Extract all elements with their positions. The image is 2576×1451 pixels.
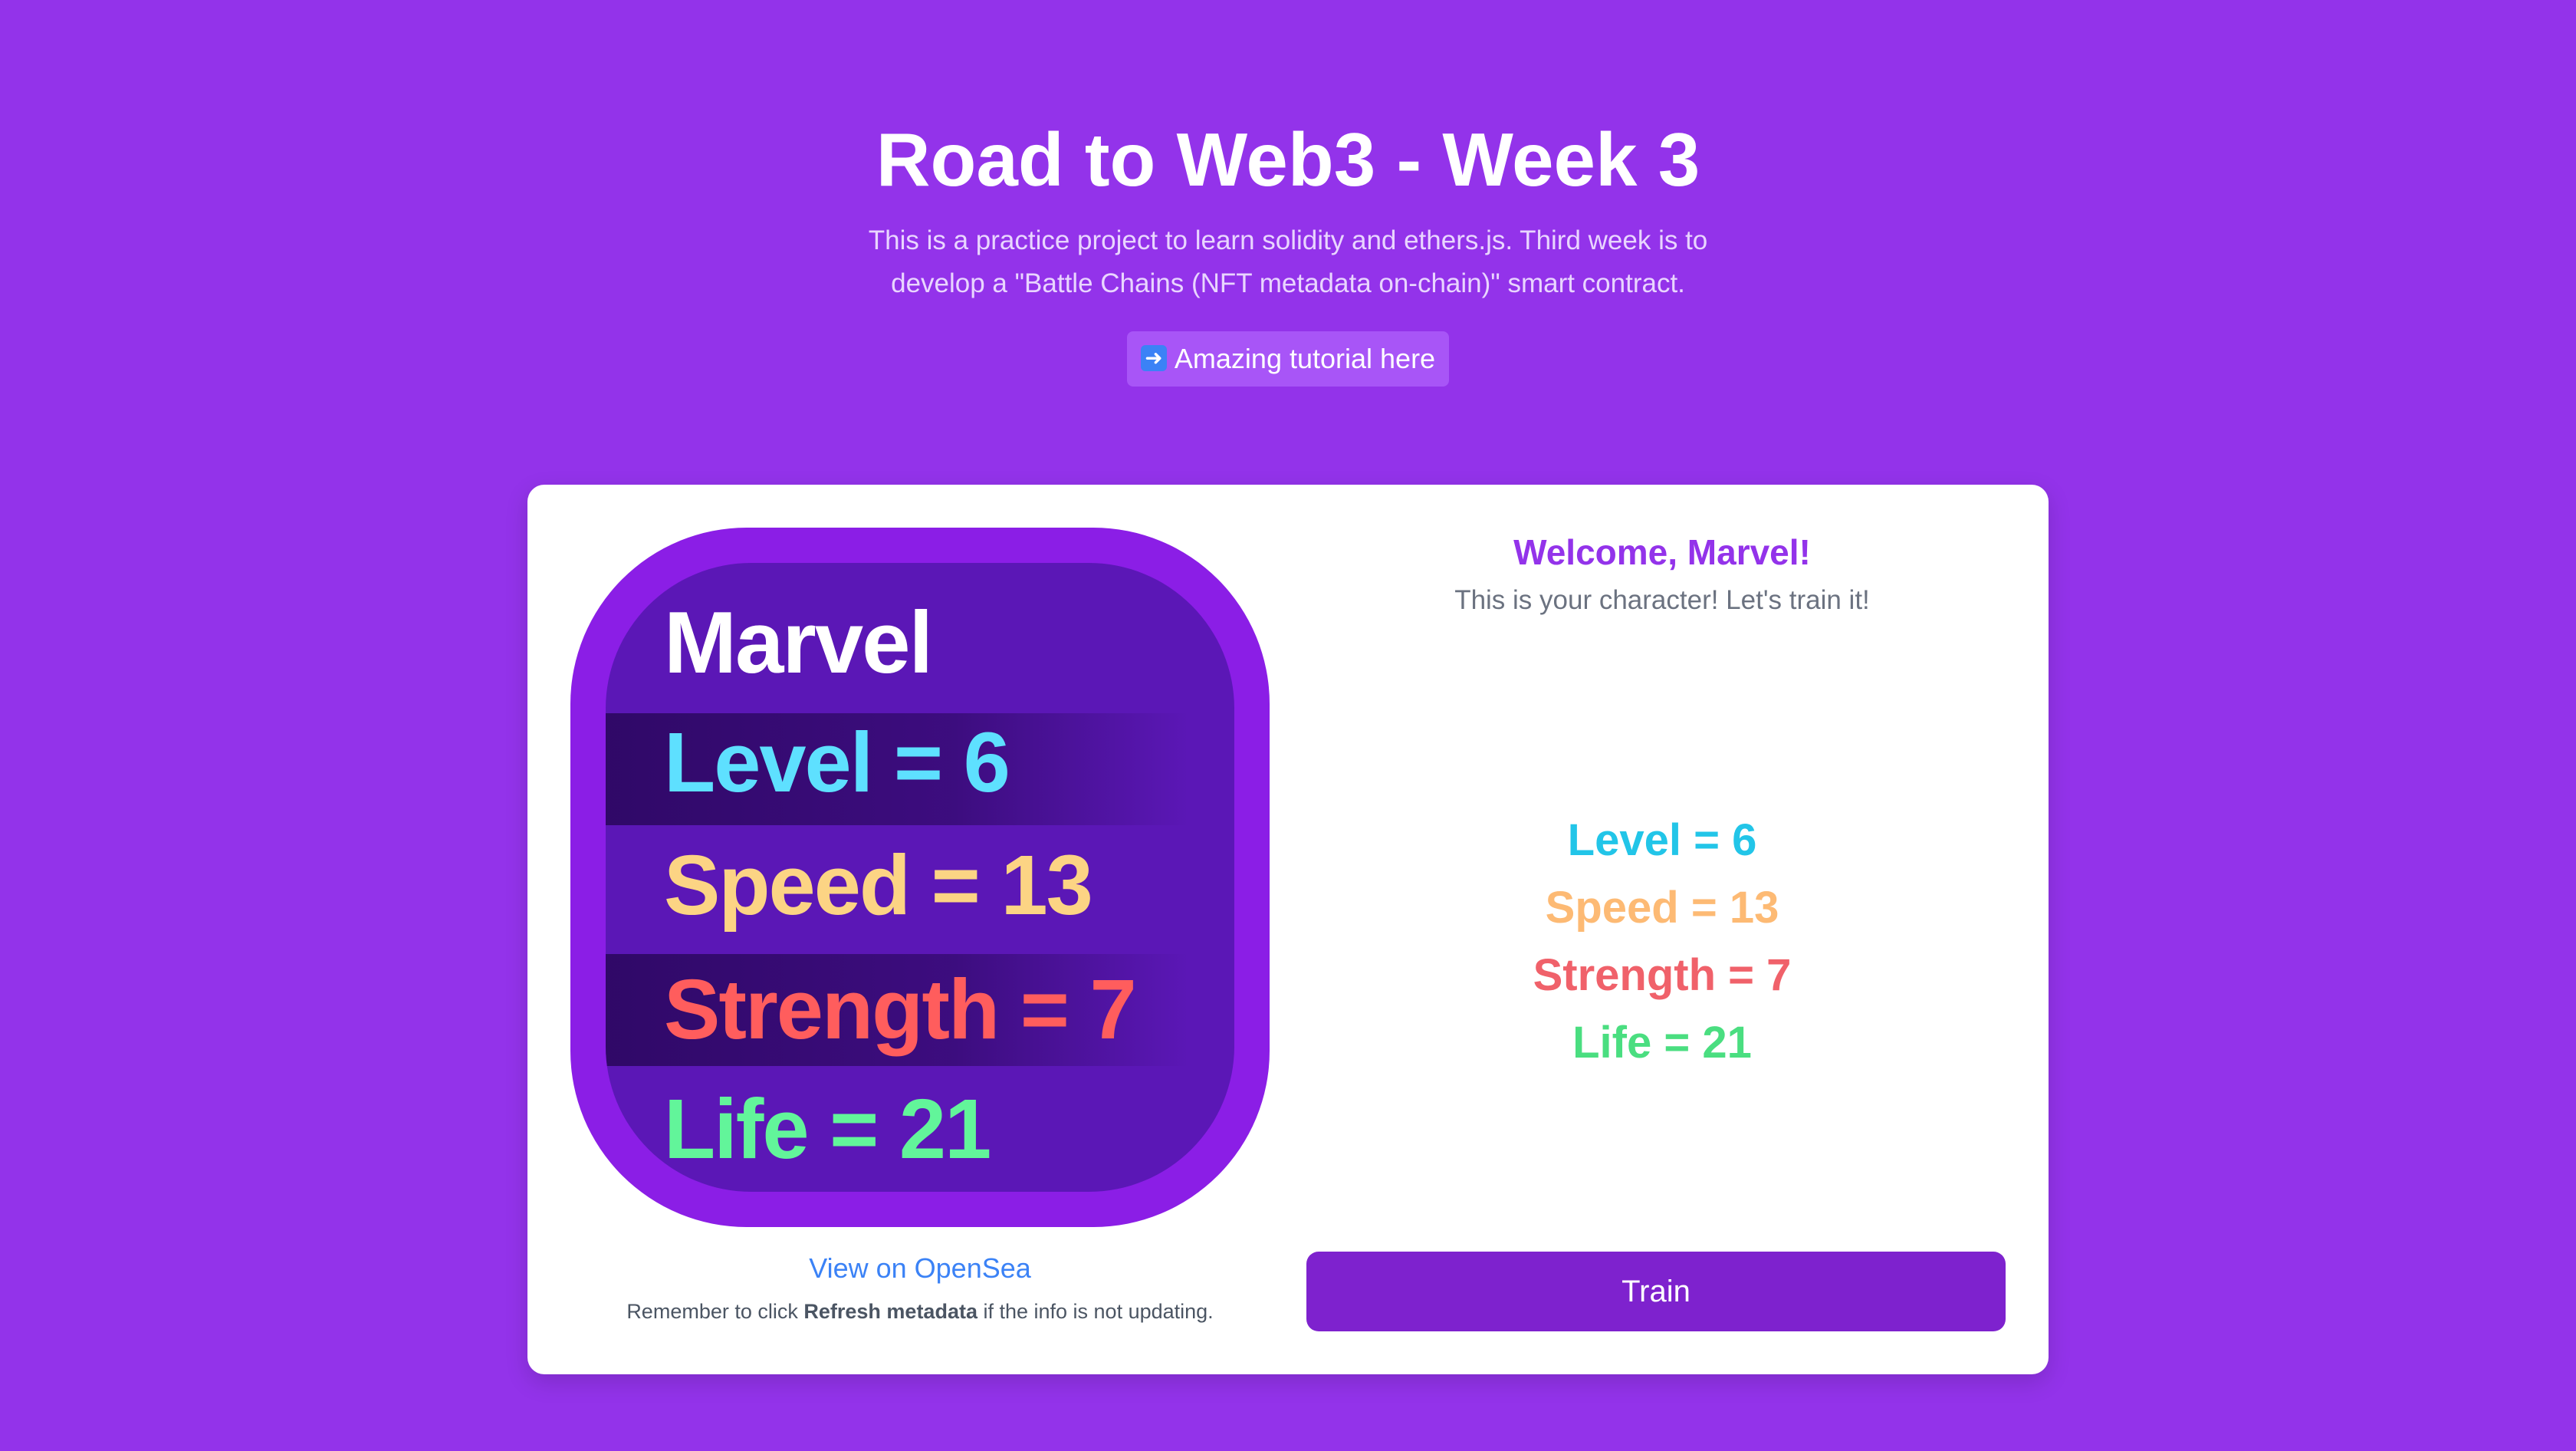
refresh-note-bold: Refresh metadata	[803, 1300, 978, 1323]
stat-strength: Strength = 7	[1533, 950, 1792, 1000]
tutorial-link-label: Amazing tutorial here	[1174, 343, 1436, 374]
arrow-right-icon: ➜	[1140, 345, 1167, 372]
refresh-note: Remember to click Refresh metadata if th…	[527, 1298, 1313, 1325]
nft-name: Marvel	[664, 594, 933, 692]
nft-level: Level = 6	[664, 716, 1010, 810]
nft-speed: Speed = 13	[664, 838, 1093, 933]
nft-image: Marvel Level = 6 Speed = 13 Strength = 7…	[570, 528, 1270, 1227]
nft-image-inner: Marvel Level = 6 Speed = 13 Strength = 7…	[606, 563, 1234, 1192]
refresh-note-prefix: Remember to click	[626, 1300, 804, 1323]
welcome-heading: Welcome, Marvel!	[1513, 532, 1811, 572]
page-title: Road to Web3 - Week 3	[876, 117, 1700, 202]
welcome-subtext: This is your character! Let's train it!	[1454, 585, 1870, 615]
page-subtitle: This is a practice project to learn soli…	[868, 225, 1708, 298]
character-stats: Level = 6 Speed = 13 Strength = 7 Life =…	[1309, 807, 2015, 1077]
nft-life: Life = 21	[664, 1082, 991, 1176]
character-card: Marvel Level = 6 Speed = 13 Strength = 7…	[527, 485, 2049, 1374]
stat-life: Life = 21	[1572, 1018, 1752, 1068]
tutorial-link[interactable]: ➜ Amazing tutorial here	[1127, 331, 1449, 387]
refresh-note-suffix: if the info is not updating.	[977, 1300, 1214, 1323]
nft-strength: Strength = 7	[664, 962, 1137, 1057]
opensea-link[interactable]: View on OpenSea	[527, 1252, 1313, 1285]
stat-speed: Speed = 13	[1545, 883, 1779, 933]
stat-level: Level = 6	[1567, 815, 1757, 865]
train-button[interactable]: Train	[1306, 1252, 2006, 1331]
